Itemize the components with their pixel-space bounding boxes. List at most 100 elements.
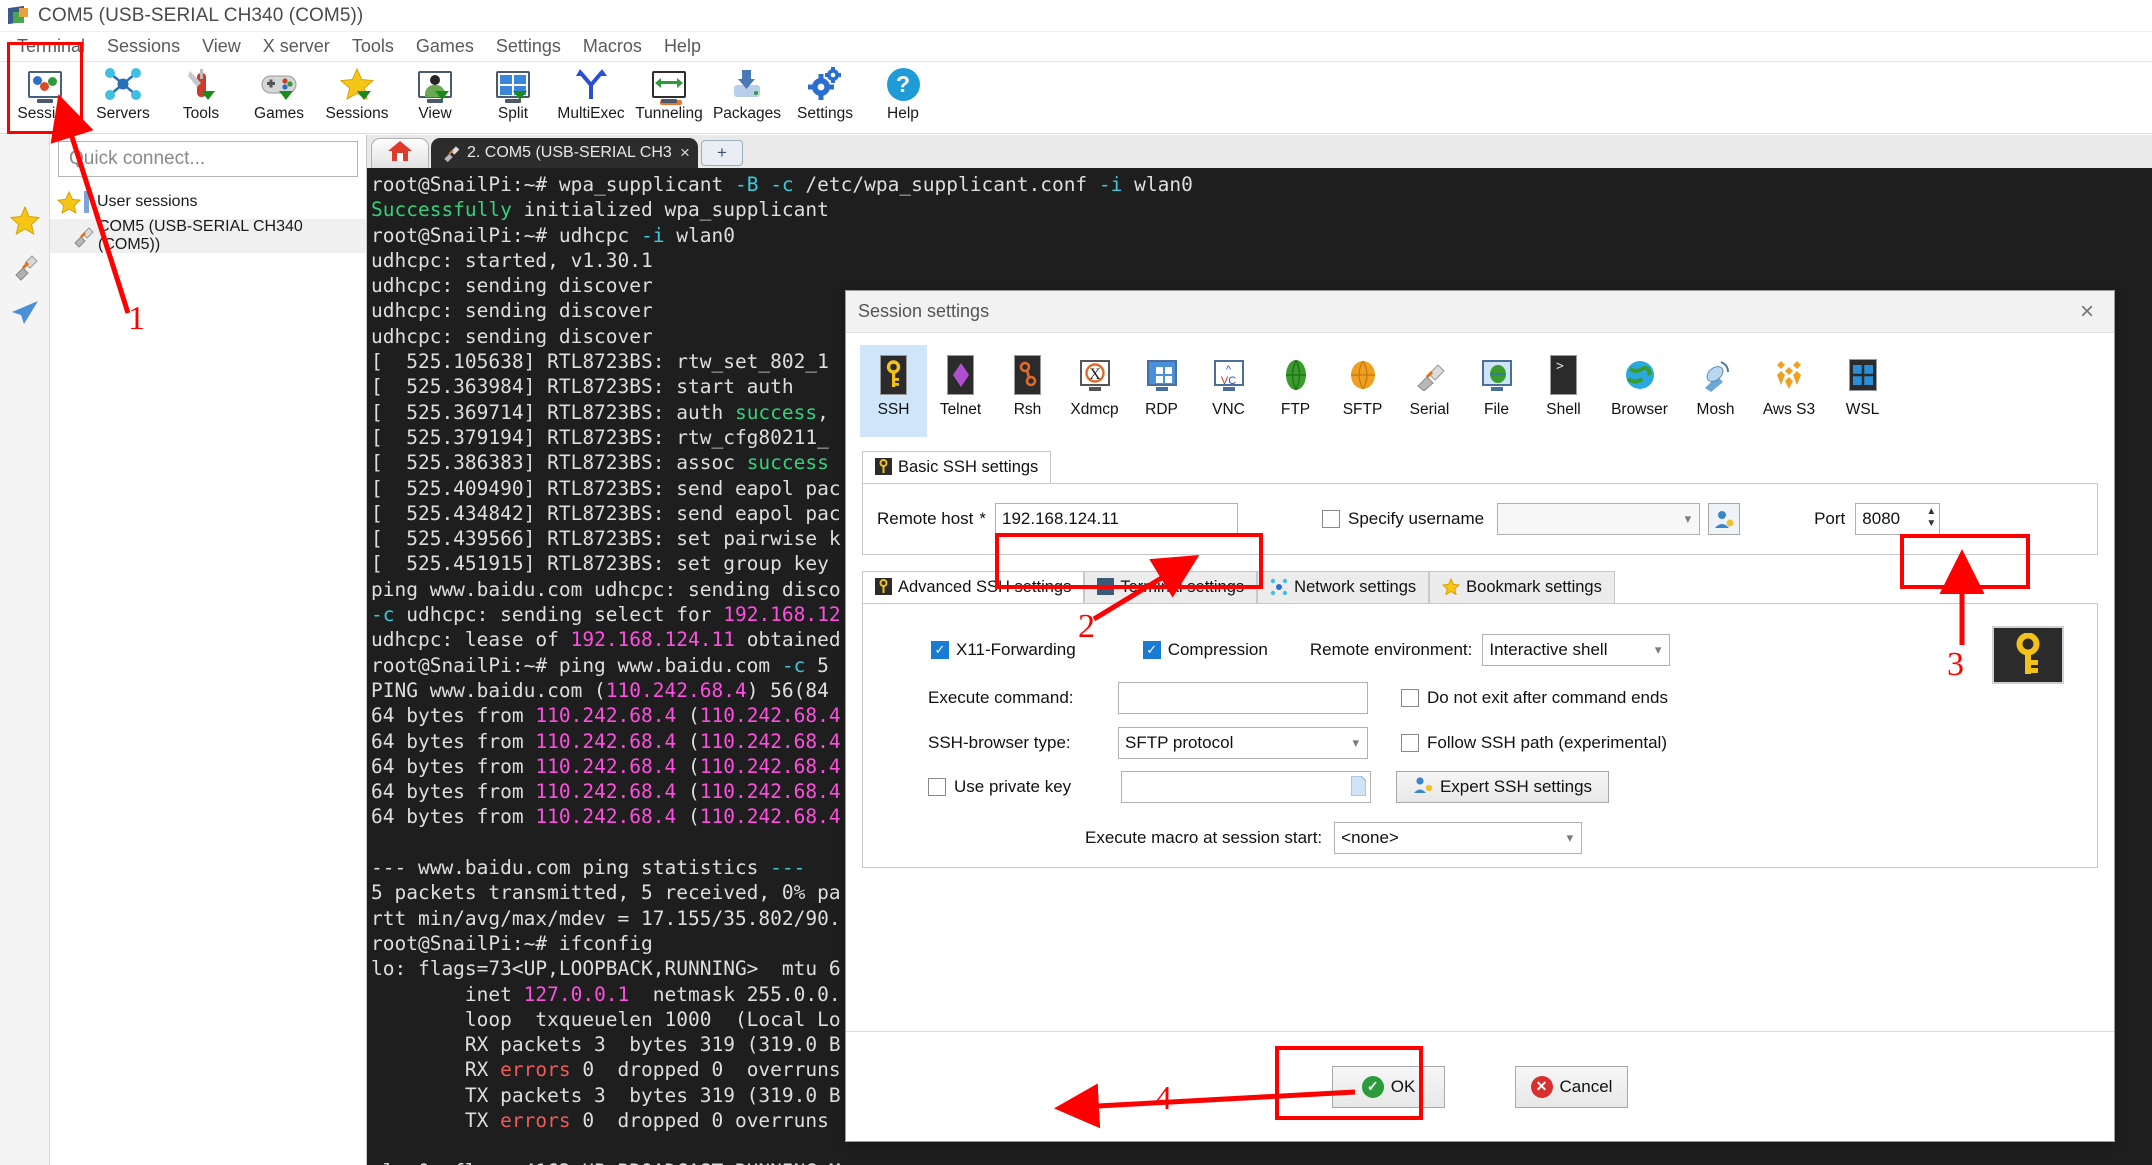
servers-toolbar-button[interactable]: Servers (84, 62, 162, 130)
protocol-ftp[interactable]: FTP (1262, 345, 1329, 437)
username-combo[interactable]: ▾ (1497, 503, 1701, 535)
session-icon (25, 64, 65, 104)
do-not-exit-label: Do not exit after command ends (1427, 688, 1668, 707)
sessions-toolbar-button[interactable]: Sessions (318, 62, 396, 130)
terminal-line: wlan0: flags=4163<UP,BROADCAST,RUNNING,M (371, 1159, 2152, 1165)
menu-help[interactable]: Help (653, 34, 712, 59)
execute-macro-combo[interactable]: <none> ▾ (1334, 822, 1583, 854)
remote-host-label: Remote host (877, 509, 974, 528)
protocol-browser-label: Browser (1611, 401, 1668, 418)
protocol-serial[interactable]: Serial (1396, 345, 1463, 437)
sessions-plug-icon[interactable] (5, 245, 45, 287)
rdp-icon (1145, 352, 1179, 398)
quick-connect-input[interactable]: Quick connect... (58, 141, 358, 177)
protocol-ssh[interactable]: SSH (860, 345, 927, 437)
x11-forwarding-checkbox[interactable]: ✓ (931, 641, 949, 659)
tunneling-toolbar-button[interactable]: Tunneling (630, 62, 708, 130)
menu-tools[interactable]: Tools (341, 34, 405, 59)
remote-host-input[interactable]: 192.168.124.11 (995, 503, 1239, 535)
packages-toolbar-button[interactable]: Packages (708, 62, 786, 130)
view-toolbar-button[interactable]: View (396, 62, 474, 130)
multiexec-toolbar-button[interactable]: MultiExec (552, 62, 630, 130)
tree-row-com5-session[interactable]: COM5 (USB-SERIAL CH340 (COM5)) (50, 218, 366, 253)
protocol-browser[interactable]: Browser (1597, 345, 1682, 437)
close-icon[interactable]: × (680, 143, 690, 163)
user-picker-icon[interactable] (1708, 503, 1741, 535)
port-spinner[interactable]: ▲ ▼ (1926, 507, 1936, 529)
use-private-key-checkbox[interactable] (928, 778, 946, 796)
star-favorites-icon[interactable] (5, 199, 45, 241)
tools-toolbar-button[interactable]: Tools (162, 62, 240, 130)
protocol-telnet[interactable]: Telnet (927, 345, 994, 437)
left-icon-bar (0, 135, 50, 1165)
protocol-mosh[interactable]: Mosh (1682, 345, 1749, 437)
protocol-rsh[interactable]: Rsh (994, 345, 1061, 437)
protocol-vnc[interactable]: ^ VC VNC (1195, 345, 1262, 437)
do-not-exit-checkbox[interactable] (1401, 689, 1419, 707)
tab-home[interactable] (371, 138, 429, 168)
expert-ssh-settings-button[interactable]: Expert SSH settings (1396, 771, 1609, 803)
tab-advanced-ssh-settings[interactable]: Advanced SSH settings (862, 571, 1085, 603)
compression-checkbox[interactable]: ✓ (1142, 641, 1161, 659)
games-icon (259, 64, 299, 104)
menu-settings[interactable]: Settings (485, 34, 572, 59)
session-toolbar-button[interactable]: Session (6, 42, 84, 134)
tunneling-icon (649, 64, 689, 105)
expert-ssh-settings-label: Expert SSH settings (1439, 777, 1593, 796)
menu-macros[interactable]: Macros (572, 34, 653, 59)
dialog-body: Basic SSH settings Remote host * 192.168… (846, 445, 2114, 1031)
telnet-icon (944, 352, 978, 398)
tab-bookmark-settings[interactable]: Bookmark settings (1429, 571, 1615, 603)
protocol-aws-s3[interactable]: Aws S3 (1749, 345, 1829, 437)
protocol-file[interactable]: File (1463, 345, 1530, 437)
tab-session-label: 2. COM5 (USB-SERIAL CH340 (CO (467, 144, 672, 161)
private-key-input[interactable] (1121, 771, 1371, 803)
menu-sessions[interactable]: Sessions (96, 34, 191, 59)
protocol-wsl-label: WSL (1845, 401, 1880, 418)
new-tab-button[interactable]: + (700, 140, 743, 166)
tab-basic-ssh-settings[interactable]: Basic SSH settings (862, 451, 1052, 483)
ok-button[interactable]: ✓ OK (1332, 1065, 1445, 1108)
split-toolbar-button[interactable]: Split (474, 62, 552, 130)
serial-plug-icon (68, 224, 98, 248)
protocol-rdp[interactable]: RDP (1128, 345, 1195, 437)
protocol-xdmcp[interactable]: X Xdmcp (1061, 345, 1128, 437)
tools-paper-plane-icon[interactable] (5, 291, 45, 333)
remote-environment-combo[interactable]: Interactive shell ▾ (1482, 634, 1671, 666)
close-icon[interactable]: × (2072, 298, 2102, 326)
help-toolbar-button[interactable]: ? Help (864, 62, 942, 130)
menu-games[interactable]: Games (405, 34, 485, 59)
tab-basic-ssh-settings-label: Basic SSH settings (898, 458, 1039, 476)
protocol-sftp[interactable]: SFTP (1329, 345, 1396, 437)
port-input[interactable]: 8080 ▲ ▼ (1855, 503, 1941, 535)
tab-network-settings-label: Network settings (1294, 578, 1417, 596)
ftp-globe-icon (1279, 352, 1313, 398)
menu-x-server[interactable]: X server (252, 34, 341, 59)
chevron-down-icon: ▾ (1684, 511, 1692, 526)
execute-command-input[interactable] (1118, 682, 1368, 714)
quick-connect-placeholder: Quick connect... (69, 148, 206, 169)
tab-session-com5[interactable]: 2. COM5 (USB-SERIAL CH340 (CO × (431, 138, 698, 168)
multiexec-icon (571, 64, 611, 104)
compression-label: Compression (1167, 640, 1268, 659)
servers-toolbar-label: Servers (96, 105, 150, 122)
follow-ssh-path-checkbox[interactable] (1401, 734, 1419, 752)
tab-terminal-settings[interactable]: Terminal settings (1084, 571, 1258, 603)
specify-username-checkbox[interactable] (1322, 510, 1341, 528)
games-toolbar-button[interactable]: Games (240, 62, 318, 130)
menu-terminal[interactable]: Terminal (6, 34, 96, 59)
tools-icon (181, 64, 221, 104)
menu-view[interactable]: View (191, 34, 252, 59)
ssh-key-large-icon (1992, 626, 2064, 684)
tab-network-settings[interactable]: Network settings (1257, 571, 1430, 603)
games-toolbar-label: Games (254, 105, 304, 122)
protocol-wsl[interactable]: WSL (1829, 345, 1896, 437)
settings-toolbar-button[interactable]: Settings (786, 62, 864, 130)
ssh-browser-type-combo[interactable]: SFTP protocol ▾ (1118, 727, 1368, 759)
home-icon (387, 139, 413, 168)
cancel-button[interactable]: ✕ Cancel (1515, 1065, 1628, 1108)
file-browse-icon[interactable] (1350, 775, 1367, 801)
sessions-star-icon (337, 64, 377, 104)
protocol-shell[interactable]: > Shell (1530, 345, 1597, 437)
tree-row-user-sessions[interactable]: User sessions (50, 185, 366, 219)
